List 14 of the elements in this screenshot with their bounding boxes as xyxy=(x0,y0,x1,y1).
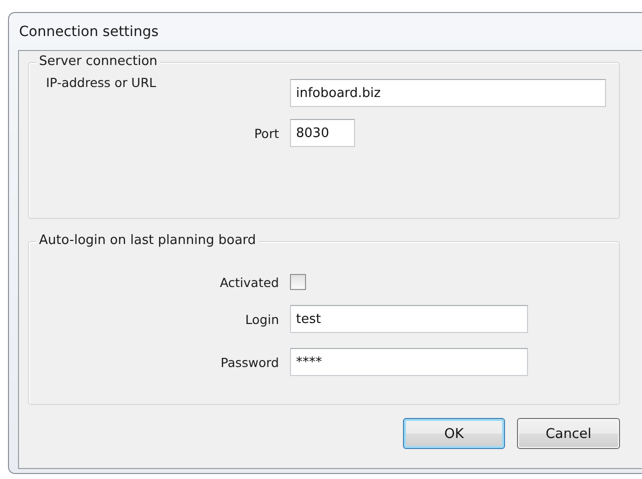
text-field[interactable]: test xyxy=(290,305,528,333)
field-label: Password xyxy=(220,354,279,370)
group-title: Auto-login on last planning board xyxy=(36,233,259,249)
field-label: Login xyxy=(245,312,279,326)
text-field[interactable]: **** xyxy=(290,348,528,376)
text-field[interactable]: infoboard.biz xyxy=(290,79,606,107)
dialog-button[interactable]: Cancel xyxy=(517,418,620,449)
checkbox[interactable] xyxy=(290,274,306,290)
dialog-button[interactable]: OK xyxy=(403,418,505,449)
text-field[interactable]: 8030 xyxy=(290,119,355,147)
field-label: Port xyxy=(254,126,279,140)
field-label: IP-address or URL xyxy=(46,75,156,90)
field-label: Activated xyxy=(220,274,279,290)
window-title: Connection settings xyxy=(18,22,160,42)
